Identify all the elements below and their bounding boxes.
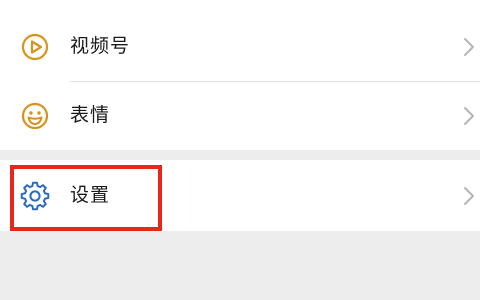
menu-item-label: 视频号 <box>70 35 131 57</box>
settings-screen: 视频号 表情 设置 <box>0 0 480 300</box>
menu-item-stickers[interactable]: 表情 <box>0 81 480 150</box>
menu-group-top: 视频号 表情 <box>0 0 480 150</box>
menu-item-channels[interactable]: 视频号 <box>0 12 480 81</box>
settings-highlight-box <box>10 165 162 231</box>
previous-row-edge <box>0 0 480 8</box>
menu-item-label: 表情 <box>70 104 111 126</box>
play-circle-icon <box>20 32 50 62</box>
chevron-right-icon <box>462 36 476 58</box>
chevron-right-icon <box>462 105 476 127</box>
chevron-right-icon <box>462 185 476 207</box>
smiley-icon <box>20 101 50 131</box>
